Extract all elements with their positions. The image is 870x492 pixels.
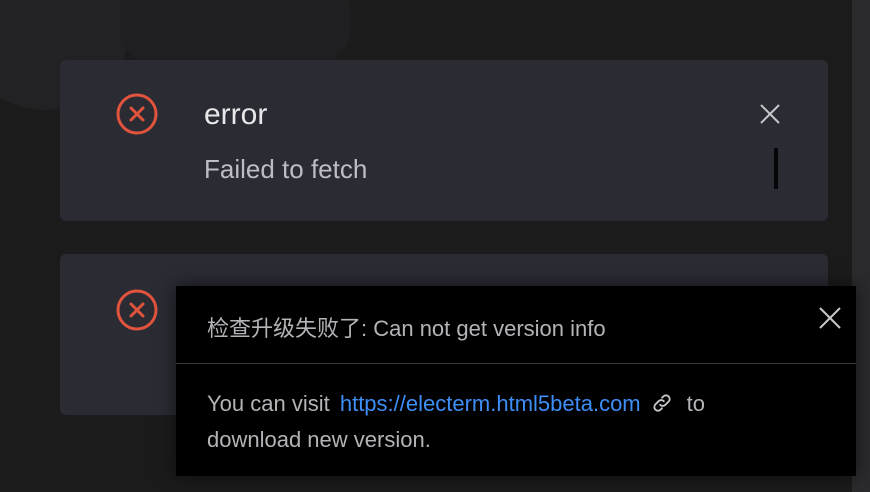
notification-description: Failed to fetch (204, 154, 368, 184)
popover-body: You can visit https://electerm.html5beta… (207, 386, 827, 458)
close-icon[interactable] (758, 102, 782, 126)
download-link[interactable]: https://electerm.html5beta.com (340, 391, 641, 416)
error-circle-icon (116, 289, 158, 331)
error-circle-icon (116, 93, 158, 135)
notification-title: error (204, 98, 268, 131)
notification-scrollbar[interactable] (774, 148, 778, 189)
body-text: You can visit (207, 391, 330, 416)
body-text: download new version. (207, 427, 431, 452)
popover-title: 检查升级失败了: Can not get version info (207, 316, 606, 341)
update-error-popover: 检查升级失败了: Can not get version info You ca… (176, 286, 856, 476)
popover-header: 检查升级失败了: Can not get version info (176, 286, 856, 364)
close-icon[interactable] (818, 306, 842, 330)
error-notification: error Failed to fetch (60, 60, 828, 221)
body-text: to (686, 391, 705, 416)
link-icon[interactable] (651, 392, 673, 414)
